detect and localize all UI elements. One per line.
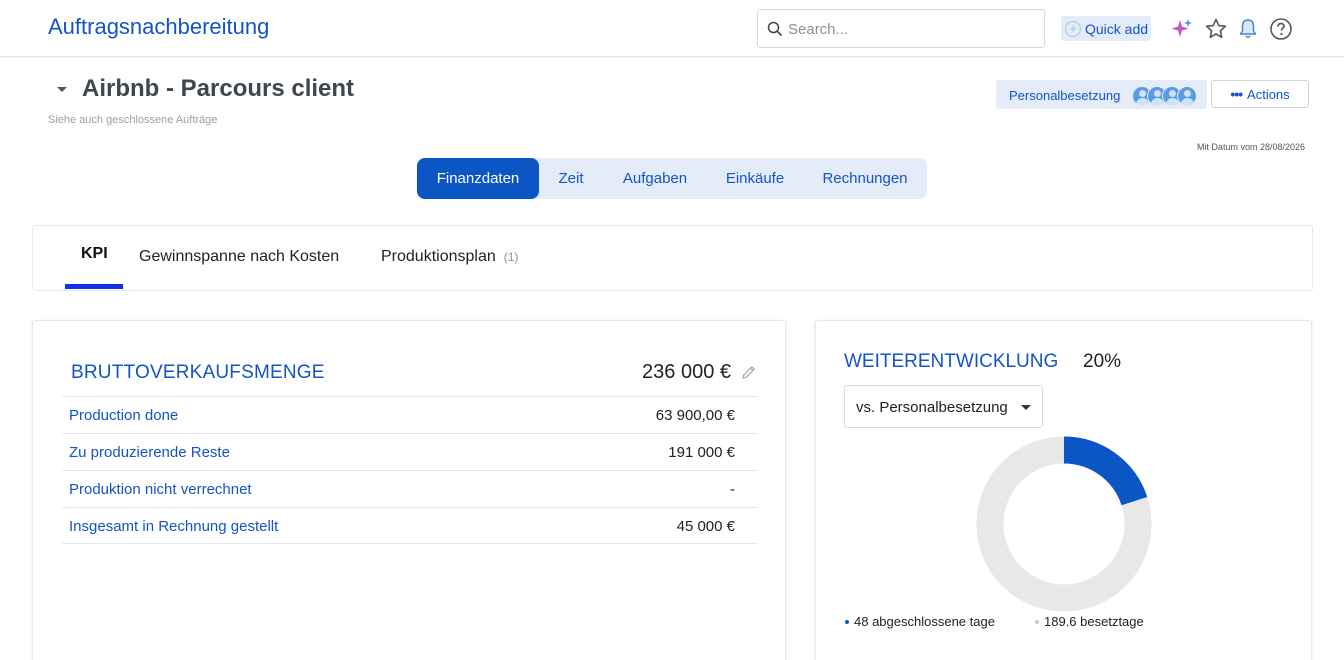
kpi-row-value: -	[730, 481, 735, 498]
actions-button[interactable]: ••• Actions	[1211, 80, 1309, 108]
legend-item: 189.6 besetztage	[1035, 614, 1144, 629]
count-badge: (1)	[503, 250, 519, 264]
kpi-title: BRUTTOVERKAUFSMENGE	[71, 362, 325, 383]
sub-tabs: KPI Gewinnspanne nach Kosten Produktions…	[32, 225, 1313, 291]
subtab-gewinnspanne[interactable]: Gewinnspanne nach Kosten	[139, 248, 339, 266]
tab-aufgaben[interactable]: Aufgaben	[603, 158, 707, 199]
table-row: Insgesamt in Rechnung gestellt 45 000 €	[62, 507, 758, 544]
help-icon[interactable]	[1269, 17, 1293, 41]
more-dots-icon: •••	[1230, 86, 1243, 102]
top-bar: Auftragsnachbereitung + Quick add	[0, 0, 1344, 57]
development-card: WEITERENTWICKLUNG 20% vs. Personalbesetz…	[815, 320, 1312, 660]
table-row: Zu produzierende Reste 191 000 €	[62, 433, 758, 470]
avatar-icon	[1177, 86, 1197, 106]
chevron-down-icon	[1021, 405, 1031, 410]
kpi-row-value: 63 900,00 €	[655, 407, 735, 424]
legend-label: 189.6 besetztage	[1044, 614, 1144, 629]
kpi-total: 236 000 €	[642, 361, 731, 383]
bell-icon[interactable]	[1236, 17, 1260, 41]
subtab-produktionsplan-label: Produktionsplan	[381, 248, 496, 265]
legend-dot-blue	[845, 619, 849, 624]
closed-orders-link[interactable]: Siehe auch geschlossene Aufträge	[48, 114, 217, 126]
active-subtab-indicator	[65, 284, 123, 289]
tab-einkaeufe[interactable]: Einkäufe	[707, 158, 803, 199]
tab-finanzdaten[interactable]: Finanzdaten	[417, 158, 539, 199]
kpi-table: Production done 63 900,00 € Zu produzier…	[62, 396, 758, 544]
kpi-card: BRUTTOVERKAUFSMENGE 236 000 € Production…	[32, 320, 786, 660]
sparkle-ai-icon[interactable]	[1170, 17, 1194, 41]
comparison-select-value: vs. Personalbesetzung	[856, 399, 1008, 416]
tab-rechnungen[interactable]: Rechnungen	[803, 158, 927, 199]
staffing-label: Personalbesetzung	[1009, 88, 1121, 103]
kpi-row-label[interactable]: Zu produzierende Reste	[69, 444, 230, 461]
legend-dot-grey	[1035, 619, 1039, 624]
title-caret-icon[interactable]	[57, 87, 67, 92]
quick-add-button[interactable]: + Quick add	[1061, 16, 1151, 41]
star-icon[interactable]	[1204, 17, 1228, 41]
table-row: Production done 63 900,00 €	[62, 396, 758, 433]
date-note: Mit Datum vom 28/08/2026	[1196, 142, 1305, 152]
development-percent: 20%	[1083, 351, 1122, 372]
legend-item: 48 abgeschlossene tage	[845, 614, 995, 629]
actions-label: Actions	[1247, 86, 1290, 102]
kpi-row-value: 45 000 €	[676, 518, 735, 535]
staffing-button[interactable]: Personalbesetzung	[996, 80, 1207, 109]
tab-zeit[interactable]: Zeit	[539, 158, 603, 199]
legend-label: 48 abgeschlossene tage	[854, 614, 995, 629]
progress-donut	[976, 436, 1152, 612]
kpi-row-value: 191 000 €	[668, 444, 735, 461]
main-tabs: Finanzdaten Zeit Aufgaben Einkäufe Rechn…	[417, 158, 927, 199]
plus-icon: +	[1065, 20, 1081, 37]
quick-add-label: Quick add	[1085, 20, 1149, 37]
table-row: Produktion nicht verrechnet -	[62, 470, 758, 507]
subtab-kpi[interactable]: KPI	[81, 245, 108, 263]
kpi-row-label[interactable]: Insgesamt in Rechnung gestellt	[69, 518, 278, 535]
pencil-icon[interactable]	[741, 365, 756, 380]
main-content: Airbnb - Parcours client Siehe auch gesc…	[0, 58, 1344, 660]
search-box[interactable]	[757, 9, 1045, 48]
subtab-produktionsplan[interactable]: Produktionsplan (1)	[381, 248, 518, 266]
development-title: WEITERENTWICKLUNG	[844, 351, 1059, 372]
search-icon	[767, 21, 783, 37]
kpi-row-label[interactable]: Production done	[69, 407, 178, 424]
donut-progress-arc	[1063, 436, 1148, 506]
search-input[interactable]	[788, 18, 1038, 40]
app-title[interactable]: Auftragsnachbereitung	[48, 14, 269, 40]
kpi-row-label[interactable]: Produktion nicht verrechnet	[69, 481, 252, 498]
comparison-select[interactable]: vs. Personalbesetzung	[844, 385, 1043, 428]
page-title: Airbnb - Parcours client	[82, 75, 355, 102]
